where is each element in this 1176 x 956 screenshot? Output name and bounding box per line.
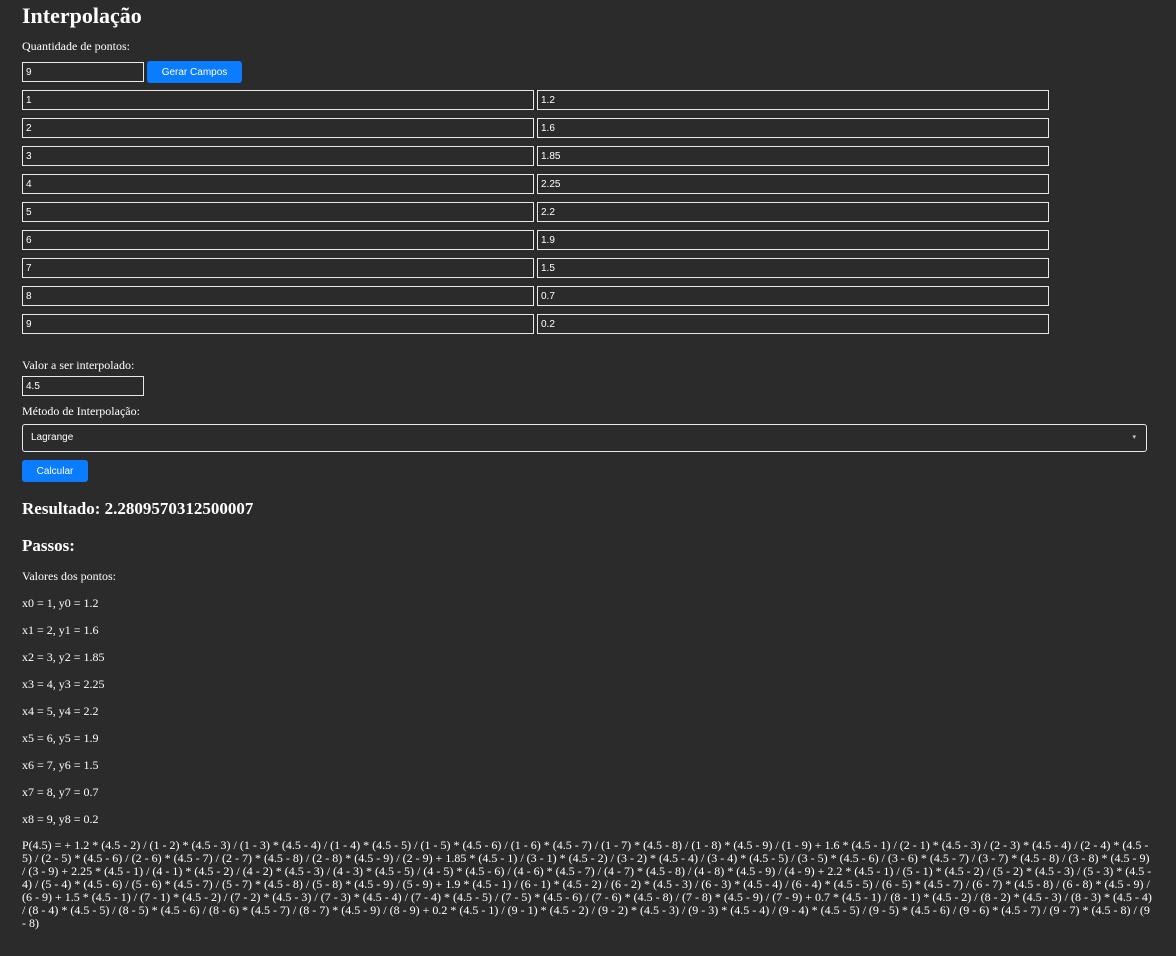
point-row — [22, 314, 1154, 334]
y-input[interactable] — [537, 202, 1049, 222]
x-input[interactable] — [22, 202, 534, 222]
point-row — [22, 202, 1154, 222]
point-row — [22, 90, 1154, 110]
x-input[interactable] — [22, 286, 534, 306]
lagrange-formula: P(4.5) = + 1.2 * (4.5 - 2) / (1 - 2) * (… — [22, 838, 1152, 930]
point-row — [22, 258, 1154, 278]
steps-heading: Passos: — [22, 536, 75, 555]
generate-fields-button[interactable]: Gerar Campos — [147, 61, 242, 83]
x-input[interactable] — [22, 118, 534, 138]
step-line: x5 = 6, y5 = 1.9 — [22, 731, 99, 745]
x-input[interactable] — [22, 314, 534, 334]
point-count-input[interactable] — [22, 62, 144, 82]
step-line: x0 = 1, y0 = 1.2 — [22, 596, 99, 610]
y-input[interactable] — [537, 286, 1049, 306]
y-input[interactable] — [537, 118, 1049, 138]
points-list — [22, 90, 1154, 334]
method-select[interactable]: Lagrange ▾ — [22, 424, 1147, 452]
x-input[interactable] — [22, 258, 534, 278]
interp-label: Valor a ser interpolado: — [22, 358, 135, 372]
page-title: Interpolação — [22, 3, 142, 28]
y-input[interactable] — [537, 258, 1049, 278]
page: Interpolação Quantidade de pontos: Gerar… — [0, 0, 1176, 930]
point-row — [22, 174, 1154, 194]
y-input[interactable] — [537, 174, 1049, 194]
y-input[interactable] — [537, 90, 1049, 110]
result-heading: Resultado: 2.2809570312500007 — [22, 499, 254, 518]
point-row — [22, 118, 1154, 138]
count-label: Quantidade de pontos: — [22, 39, 130, 53]
x-input[interactable] — [22, 146, 534, 166]
step-line: x7 = 8, y7 = 0.7 — [22, 785, 99, 799]
method-label: Método de Interpolação: — [22, 404, 140, 418]
point-row — [22, 230, 1154, 250]
count-row: Gerar Campos — [22, 61, 1154, 83]
x-input[interactable] — [22, 174, 534, 194]
step-line: x3 = 4, y3 = 2.25 — [22, 677, 105, 691]
chevron-down-icon: ▾ — [1132, 433, 1136, 441]
calculate-button[interactable]: Calcular — [22, 460, 88, 482]
step-line: x1 = 2, y1 = 1.6 — [22, 623, 99, 637]
step-line: x4 = 5, y4 = 2.2 — [22, 704, 99, 718]
y-input[interactable] — [537, 146, 1049, 166]
step-line: x2 = 3, y2 = 1.85 — [22, 650, 105, 664]
x-input[interactable] — [22, 230, 534, 250]
point-row — [22, 286, 1154, 306]
y-input[interactable] — [537, 230, 1049, 250]
interp-value-input[interactable] — [22, 376, 144, 396]
step-line: x8 = 9, y8 = 0.2 — [22, 812, 99, 826]
step-line: x6 = 7, y6 = 1.5 — [22, 758, 99, 772]
x-input[interactable] — [22, 90, 534, 110]
y-input[interactable] — [537, 314, 1049, 334]
point-row — [22, 146, 1154, 166]
method-selected-value: Lagrange — [31, 432, 74, 443]
steps-intro: Valores dos pontos: — [22, 569, 116, 583]
